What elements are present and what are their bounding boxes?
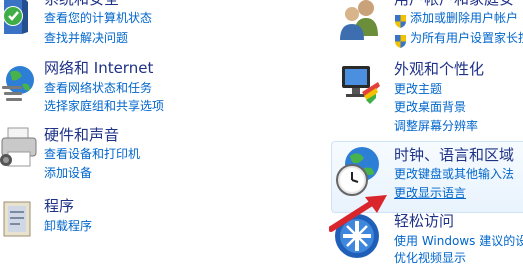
link-windows-recommended-settings[interactable]: 使用 Windows 建议的设 xyxy=(394,234,523,249)
link-view-devices-printers[interactable]: 查看设备和打印机 xyxy=(44,147,140,162)
network-globe-icon[interactable] xyxy=(0,60,36,108)
link-change-display-language[interactable]: 更改显示语言 xyxy=(394,186,466,201)
programs-icon[interactable] xyxy=(0,196,36,244)
system-security-icon[interactable] xyxy=(0,0,34,44)
link-uninstall-program[interactable]: 卸载程序 xyxy=(44,219,92,234)
printer-icon[interactable] xyxy=(0,126,38,174)
category-title-programs[interactable]: 程序 xyxy=(44,197,74,215)
uac-shield-icon xyxy=(395,33,406,48)
category-title-ease-of-access[interactable]: 轻松访问 xyxy=(394,212,454,230)
link-change-theme[interactable]: 更改主题 xyxy=(394,82,442,97)
link-homegroup-sharing[interactable]: 选择家庭组和共享选项 xyxy=(44,99,164,114)
category-title-system-security[interactable]: 系统和安全 xyxy=(44,0,119,8)
link-find-fix-problems[interactable]: 查找并解决问题 xyxy=(44,31,128,46)
link-view-computer-status[interactable]: 查看您的计算机状态 xyxy=(44,11,152,26)
category-title-clock-region[interactable]: 时钟、语言和区域 xyxy=(394,146,514,164)
uac-shield-icon xyxy=(395,13,406,28)
category-title-hardware[interactable]: 硬件和声音 xyxy=(44,126,119,144)
link-change-keyboard-input[interactable]: 更改键盘或其他输入法 xyxy=(394,167,514,182)
red-arrow-annotation xyxy=(328,193,389,237)
category-title-appearance[interactable]: 外观和个性化 xyxy=(394,60,484,78)
category-title-network[interactable]: 网络和 Internet xyxy=(44,59,153,77)
user-accounts-icon[interactable] xyxy=(336,0,382,46)
link-add-device[interactable]: 添加设备 xyxy=(44,166,92,181)
link-view-network-status[interactable]: 查看网络状态和任务 xyxy=(44,81,152,96)
link-adjust-screen-resolution[interactable]: 调整屏幕分辨率 xyxy=(394,119,478,134)
link-change-desktop-background[interactable]: 更改桌面背景 xyxy=(394,100,466,115)
category-title-user-accounts[interactable]: 用户帐户和家庭安 xyxy=(394,0,514,8)
link-parental-controls[interactable]: 为所有用户设置家长控 xyxy=(410,31,523,46)
appearance-monitor-icon[interactable] xyxy=(336,62,382,110)
link-optimize-video-display[interactable]: 优化视频显示 xyxy=(394,251,466,266)
link-add-remove-user-accounts[interactable]: 添加或删除用户帐户 xyxy=(410,11,518,26)
